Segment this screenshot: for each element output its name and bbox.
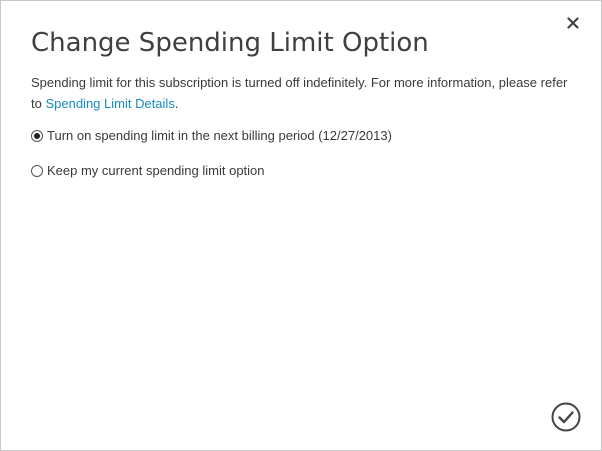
change-spending-limit-dialog: Change Spending Limit Option Spending li…: [0, 0, 602, 451]
radio-keep-current-unselected[interactable]: [31, 165, 43, 177]
radio-selected-dot: [34, 133, 40, 139]
confirm-button[interactable]: [551, 402, 581, 432]
description-text: Spending limit for this subscription is …: [31, 72, 571, 114]
option-turn-on-label: Turn on spending limit in the next billi…: [47, 128, 392, 143]
option-keep-current-limit[interactable]: Keep my current spending limit option: [31, 161, 392, 181]
spending-limit-details-link[interactable]: Spending Limit Details: [45, 96, 174, 111]
radio-turn-on-selected[interactable]: [31, 130, 43, 142]
checkmark-circle-icon: [551, 402, 581, 432]
close-icon: [567, 17, 579, 29]
option-turn-on-spending-limit[interactable]: Turn on spending limit in the next billi…: [31, 126, 392, 146]
description-end: .: [174, 96, 179, 111]
option-keep-current-label: Keep my current spending limit option: [47, 163, 265, 178]
spending-limit-options: Turn on spending limit in the next billi…: [31, 126, 392, 196]
dialog-title: Change Spending Limit Option: [31, 28, 429, 58]
close-button[interactable]: [563, 13, 583, 33]
